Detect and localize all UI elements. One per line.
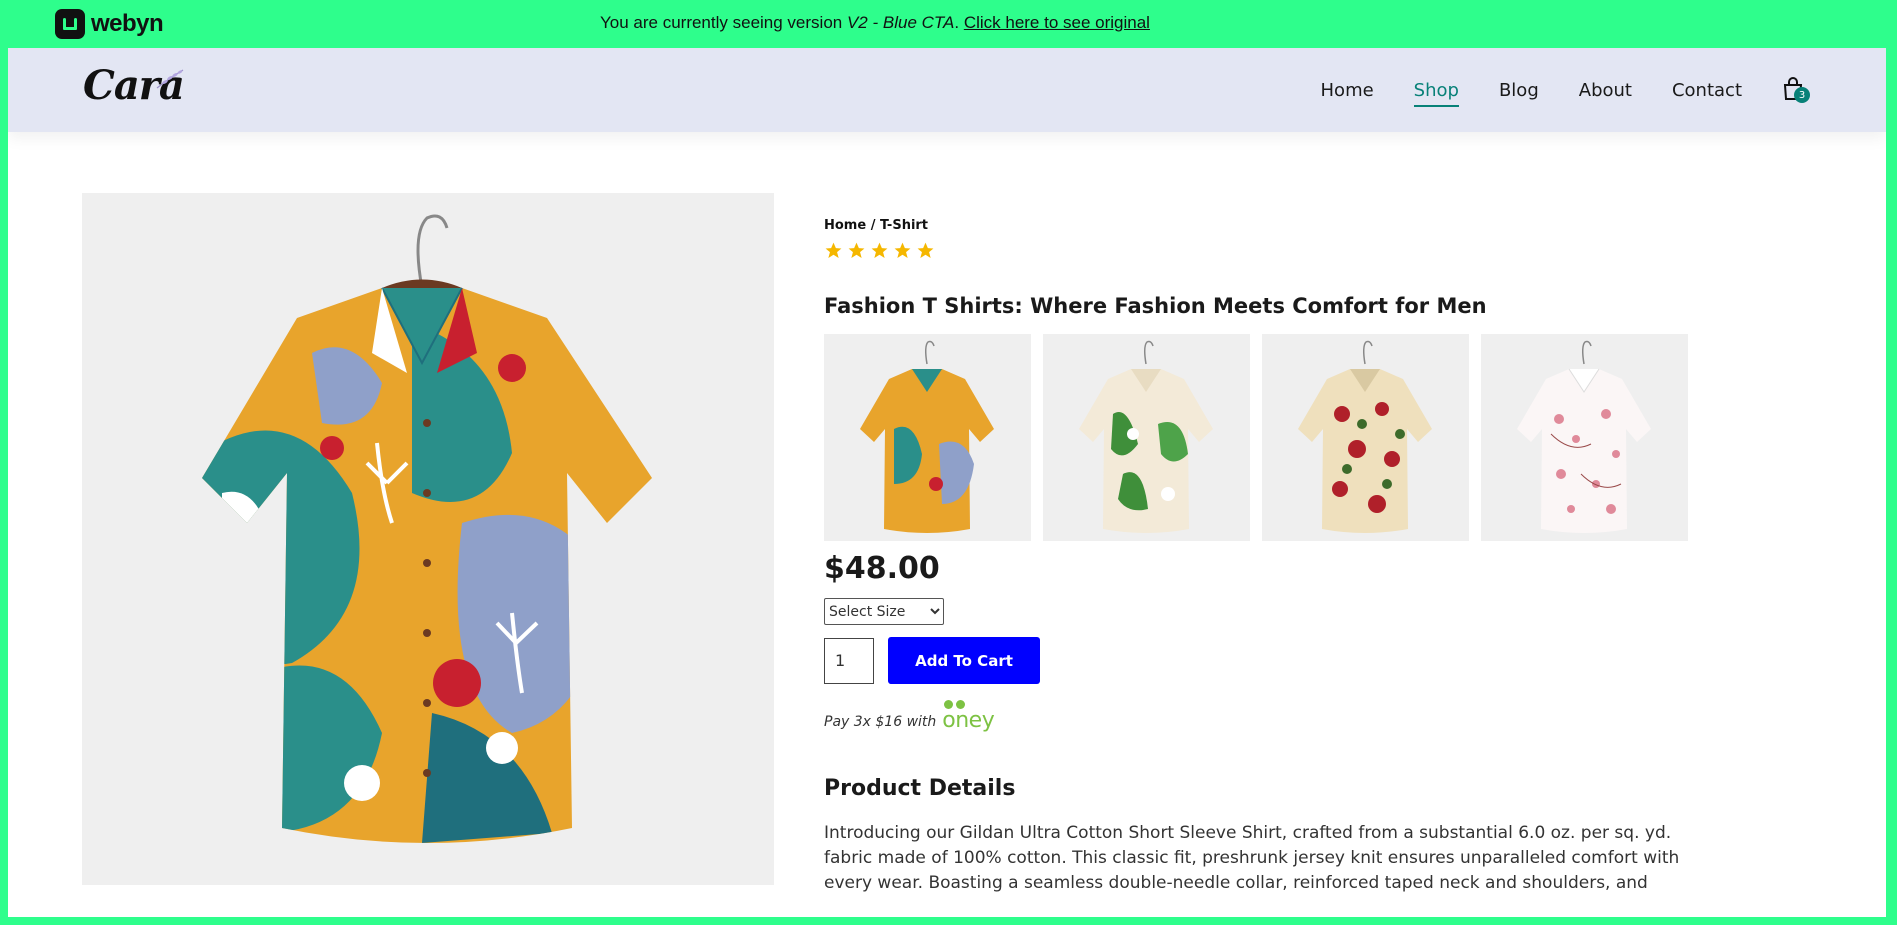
nav-home[interactable]: Home: [1321, 80, 1374, 101]
site-header: Cara Home Shop Blog About Contact 3: [8, 48, 1886, 132]
installment-row: Pay 3x $16 with oney: [824, 700, 1724, 734]
banner-prefix: You are currently seeing version: [600, 13, 847, 32]
thumbnail-4[interactable]: [1481, 334, 1688, 541]
size-select[interactable]: Select Size: [824, 598, 944, 625]
nav-about[interactable]: About: [1579, 80, 1632, 101]
thumbnail-3[interactable]: [1262, 334, 1469, 541]
thumbnail-gallery: [824, 334, 1724, 541]
star-icon: [871, 242, 888, 259]
thumbnail-1[interactable]: [824, 334, 1031, 541]
breadcrumb: Home / T-Shirt: [824, 218, 929, 233]
star-icon: [917, 242, 934, 259]
thumbnail-2[interactable]: [1043, 334, 1250, 541]
product-price: $48.00: [824, 551, 940, 586]
version-banner: You are currently seeing version V2 - Bl…: [600, 13, 1150, 33]
oney-wordmark: oney: [942, 708, 995, 733]
nav-contact[interactable]: Contact: [1672, 80, 1742, 101]
lavender-icon: [156, 69, 184, 89]
cart-button[interactable]: 3: [1782, 77, 1810, 103]
quantity-input[interactable]: [824, 637, 874, 684]
cara-logo[interactable]: Cara: [83, 62, 193, 122]
banner-suffix: .: [954, 13, 964, 32]
installment-text: Pay 3x $16 with: [824, 714, 937, 730]
star-icon: [825, 242, 842, 259]
star-icon: [848, 242, 865, 259]
see-original-link[interactable]: Click here to see original: [964, 13, 1150, 32]
webyn-wordmark: webyn: [91, 10, 164, 37]
details-heading: Product Details: [824, 776, 1016, 801]
nav-shop[interactable]: Shop: [1413, 80, 1460, 107]
shirt-image: [202, 214, 652, 843]
cart-count-badge: 3: [1794, 87, 1810, 103]
page-frame: Cara Home Shop Blog About Contact 3 Home…: [8, 48, 1886, 917]
webyn-bar: webyn You are currently seeing version V…: [0, 0, 1897, 48]
main-product-image: [82, 193, 774, 885]
rating-stars: [824, 241, 1724, 260]
product-details: Home / T-Shirt Fashion T Shirts: Where F…: [824, 218, 1724, 896]
banner-version: V2 - Blue CTA: [846, 13, 955, 32]
webyn-logo-icon: [55, 9, 85, 39]
details-text: Introducing our Gildan Ultra Cotton Shor…: [824, 823, 1680, 893]
add-to-cart-button[interactable]: Add To Cart: [888, 637, 1040, 684]
webyn-logo: webyn: [55, 9, 164, 39]
star-icon: [894, 242, 911, 259]
nav-blog[interactable]: Blog: [1499, 80, 1539, 101]
add-to-cart-row: Add To Cart: [824, 637, 1724, 684]
oney-logo: oney: [942, 700, 998, 734]
main-nav: Home Shop Blog About Contact 3: [1321, 48, 1810, 132]
product-title: Fashion T Shirts: Where Fashion Meets Co…: [824, 294, 1487, 318]
